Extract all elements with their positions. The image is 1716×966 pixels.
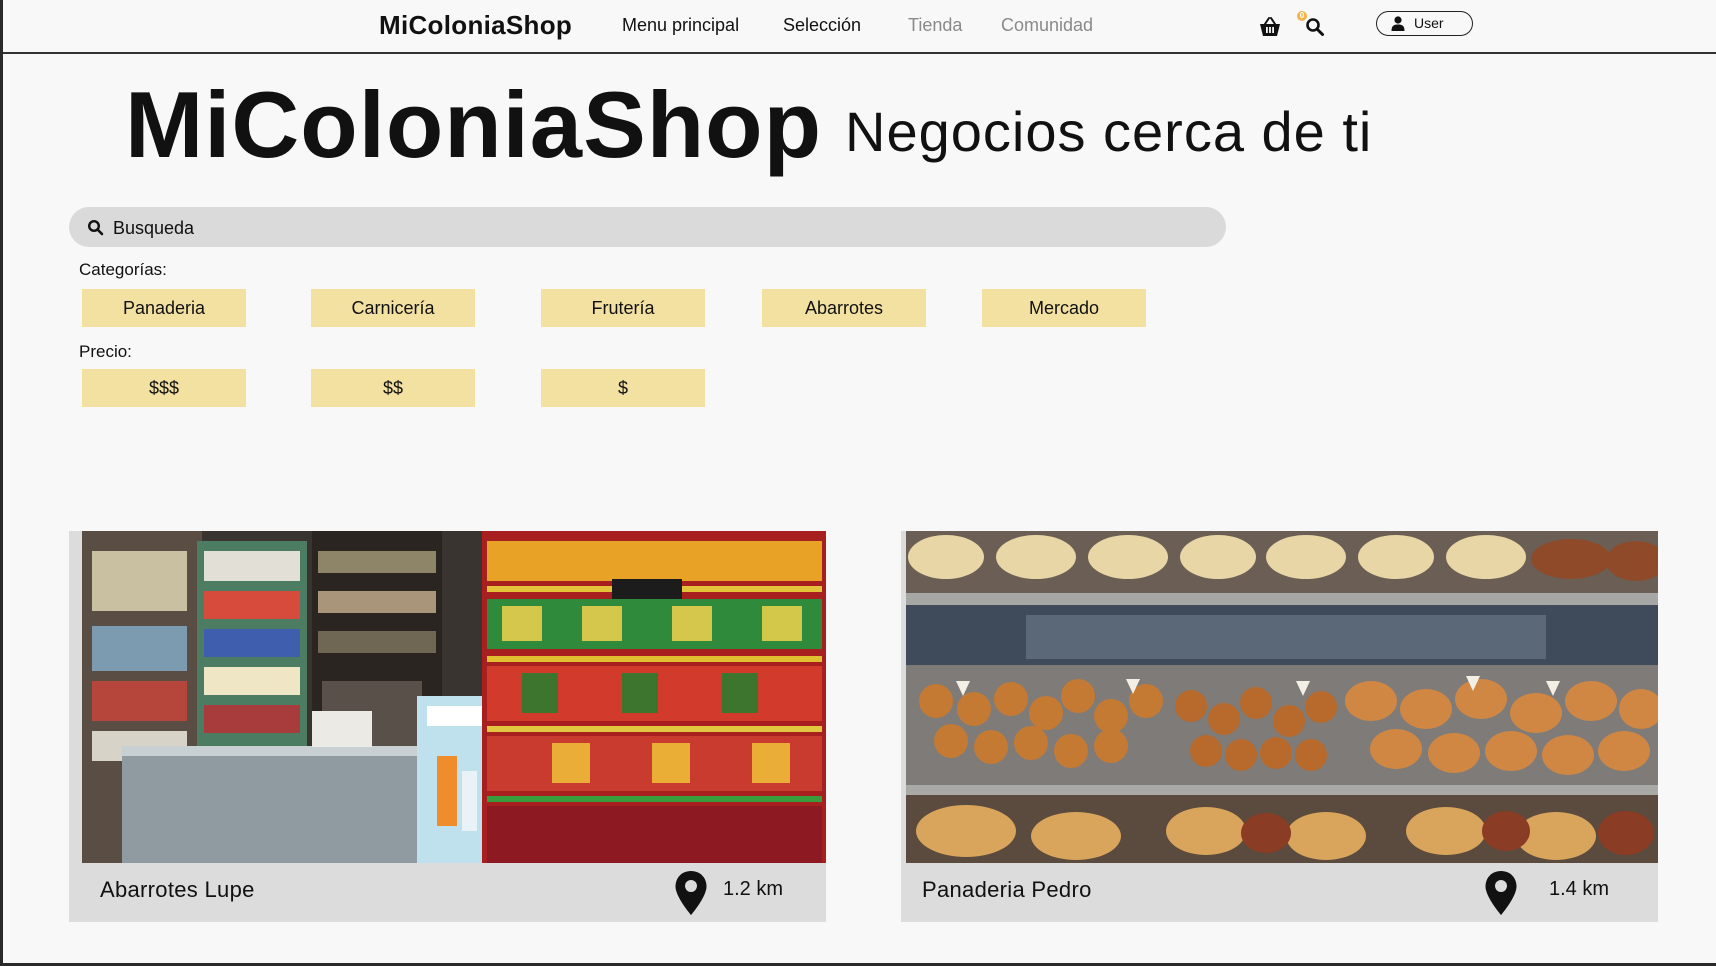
search-input[interactable] [111, 213, 1205, 243]
basket-icon[interactable] [1258, 16, 1282, 38]
nav-link-menu-principal[interactable]: Menu principal [622, 15, 739, 36]
user-menu-button[interactable]: User [1376, 11, 1473, 36]
search-icon [87, 219, 104, 236]
nav-logo[interactable]: MiColoniaShop [379, 10, 572, 41]
top-navbar: MiColoniaShop Menu principal Selección T… [3, 0, 1716, 54]
price-chip-medium[interactable]: $$ [311, 369, 475, 407]
user-label: User [1414, 15, 1444, 31]
user-icon [1391, 16, 1405, 31]
shop-distance: 1.2 km [723, 878, 784, 900]
category-chip-fruteria[interactable]: Frutería [541, 289, 705, 327]
category-chip-mercado[interactable]: Mercado [982, 289, 1146, 327]
location-pin-icon [674, 870, 708, 916]
shop-name: Abarrotes Lupe [100, 877, 255, 902]
shop-card-panaderia-pedro[interactable]: Panaderia Pedro 1.4 km [901, 531, 1658, 922]
nav-link-seleccion[interactable]: Selección [783, 15, 861, 36]
hero-tagline: Negocios cerca de ti [845, 100, 1373, 163]
price-chip-high[interactable]: $$$ [82, 369, 246, 407]
hero-title: MiColoniaShop [125, 72, 823, 177]
search-icon[interactable] [1305, 17, 1325, 37]
nav-link-tienda[interactable]: Tienda [908, 15, 962, 36]
nav-link-comunidad[interactable]: Comunidad [1001, 15, 1093, 36]
shop-card-abarrotes-lupe[interactable]: Abarrotes Lupe 1.2 km [69, 531, 826, 922]
search-bar [69, 207, 1226, 247]
shop-name: Panaderia Pedro [922, 877, 1092, 902]
bakery-photo [906, 531, 1658, 863]
categories-label: Categorías: [79, 260, 167, 279]
price-chip-low[interactable]: $ [541, 369, 705, 407]
location-pin-icon [1484, 870, 1518, 916]
category-chip-abarrotes[interactable]: Abarrotes [762, 289, 926, 327]
category-chip-panaderia[interactable]: Panaderia [82, 289, 246, 327]
shop-distance: 1.4 km [1549, 878, 1610, 900]
category-chip-carniceria[interactable]: Carnicería [311, 289, 475, 327]
price-label: Precio: [79, 342, 132, 361]
grocery-store-photo [82, 531, 826, 863]
